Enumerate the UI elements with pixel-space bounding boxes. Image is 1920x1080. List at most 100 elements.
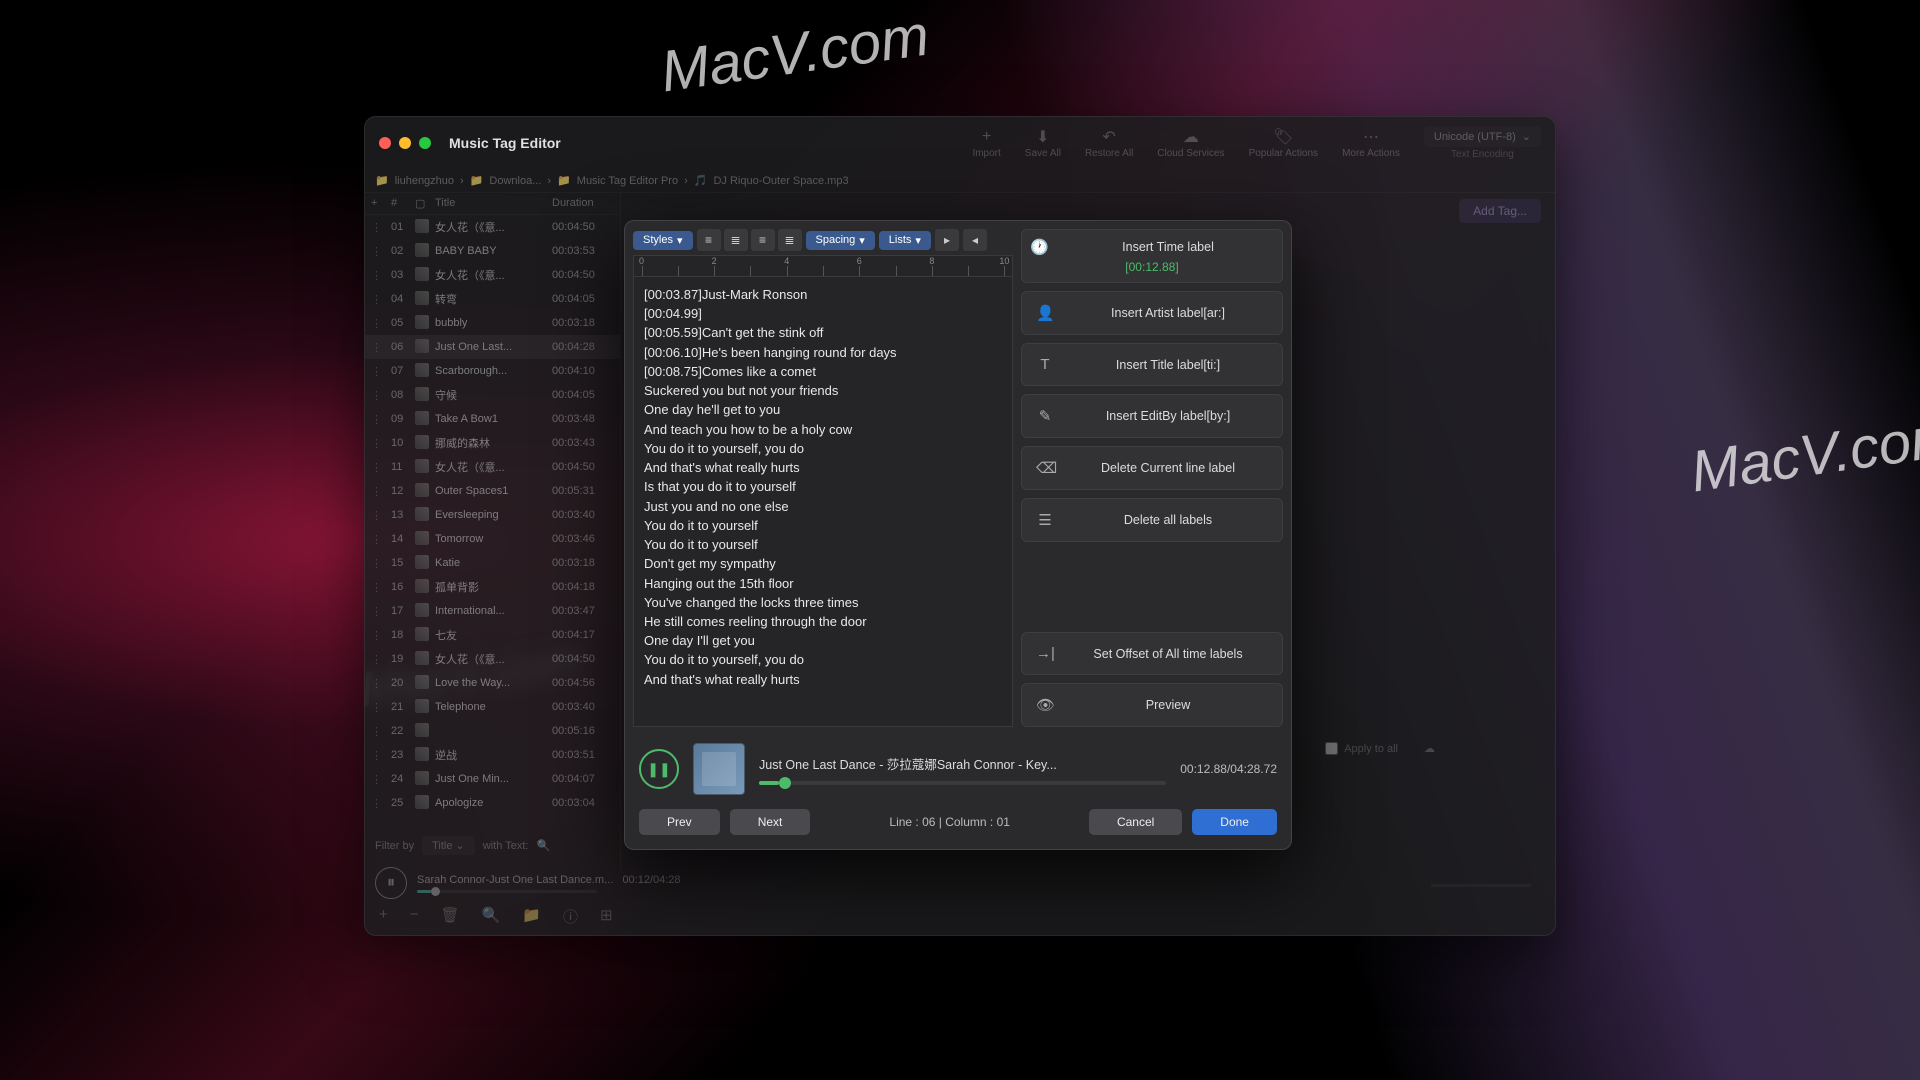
search-icon[interactable]: 🔍 bbox=[482, 906, 501, 927]
app-title: Music Tag Editor bbox=[449, 135, 561, 151]
done-button[interactable]: Done bbox=[1192, 809, 1277, 835]
info-icon[interactable]: ⓘ bbox=[563, 906, 578, 927]
table-row[interactable]: ⋮2200:05:16 bbox=[365, 719, 620, 743]
search-icon[interactable]: 🔍 bbox=[536, 839, 550, 852]
styles-dropdown[interactable]: Styles ▾ bbox=[633, 231, 693, 250]
table-row[interactable]: ⋮02BABY BABY00:03:53 bbox=[365, 239, 620, 263]
cursor-position: Line : 06 | Column : 01 bbox=[889, 815, 1010, 829]
prev-button[interactable]: Prev bbox=[639, 809, 720, 835]
clock-icon: 🕐 bbox=[1030, 238, 1048, 256]
preview-album-art bbox=[693, 743, 745, 795]
table-row[interactable]: ⋮17International...00:03:47 bbox=[365, 599, 620, 623]
volume-slider[interactable] bbox=[1431, 884, 1531, 887]
insert-editby-button[interactable]: ✎Insert EditBy label[by:] bbox=[1021, 394, 1283, 438]
table-row[interactable]: ⋮09Take A Bow100:03:48 bbox=[365, 407, 620, 431]
table-row[interactable]: ⋮05bubbly00:03:18 bbox=[365, 311, 620, 335]
align-center-icon[interactable]: ≣ bbox=[724, 229, 748, 251]
table-row[interactable]: ⋮12Outer Spaces100:05:31 bbox=[365, 479, 620, 503]
set-offset-button[interactable]: →|Set Offset of All time labels bbox=[1021, 632, 1283, 675]
insert-time-button[interactable]: 🕐Insert Time label [00:12.88] bbox=[1021, 229, 1283, 283]
encoding-select[interactable]: Unicode (UTF-8)⌄ bbox=[1424, 126, 1541, 147]
folder-icon: 📁 bbox=[557, 174, 571, 187]
table-row[interactable]: ⋮16孤单背影00:04:18 bbox=[365, 575, 620, 599]
table-row[interactable]: ⋮07Scarborough...00:04:10 bbox=[365, 359, 620, 383]
delete-all-button[interactable]: ☰Delete all labels bbox=[1021, 498, 1283, 542]
cancel-button[interactable]: Cancel bbox=[1089, 809, 1182, 835]
list-icon: ☰ bbox=[1036, 511, 1054, 529]
table-row[interactable]: ⋮21Telephone00:03:40 bbox=[365, 695, 620, 719]
import-button[interactable]: +Import bbox=[972, 128, 1000, 159]
chevron-down-icon: ⌄ bbox=[1522, 130, 1531, 143]
time-value: [00:12.88] bbox=[1125, 260, 1178, 274]
cloud-button[interactable]: ☁Cloud Services bbox=[1157, 128, 1224, 159]
titlebar: Music Tag Editor +Import ⬇Save All ↶Rest… bbox=[365, 117, 1555, 169]
next-button[interactable]: Next bbox=[730, 809, 811, 835]
table-row[interactable]: ⋮06Just One Last...00:04:28 bbox=[365, 335, 620, 359]
popular-actions-button[interactable]: 🏷Popular Actions bbox=[1249, 128, 1319, 159]
table-row[interactable]: ⋮18七友00:04:17 bbox=[365, 623, 620, 647]
play-pause-button[interactable]: ⏸ bbox=[375, 867, 407, 899]
delete-line-icon: ⌫ bbox=[1036, 459, 1054, 477]
add-tag-button[interactable]: Add Tag... bbox=[1459, 199, 1541, 223]
folder-icon: 📁 bbox=[470, 174, 484, 187]
preview-track-title: Just One Last Dance - 莎拉蔻娜Sarah Connor -… bbox=[759, 754, 1079, 773]
delete-current-line-button[interactable]: ⌫Delete Current line label bbox=[1021, 446, 1283, 490]
table-row[interactable]: ⋮20Love the Way...00:04:56 bbox=[365, 671, 620, 695]
table-row[interactable]: ⋮11女人花（《意...00:04:50 bbox=[365, 455, 620, 479]
table-row[interactable]: ⋮19女人花（《意...00:04:50 bbox=[365, 647, 620, 671]
folder-icon[interactable]: 📁 bbox=[522, 906, 541, 927]
person-icon: 👤 bbox=[1036, 304, 1054, 322]
apply-all-checkbox[interactable] bbox=[1325, 742, 1338, 755]
align-justify-icon[interactable]: ≣ bbox=[778, 229, 802, 251]
lyrics-editor-modal: Styles ▾ ≡ ≣ ≡ ≣ Spacing ▾ Lists ▾ ▸ ◂ 0… bbox=[624, 220, 1292, 850]
trash-icon[interactable]: 🗑 bbox=[441, 906, 460, 927]
offset-icon: →| bbox=[1036, 645, 1054, 662]
with-text-label: with Text: bbox=[483, 840, 529, 852]
grid-icon[interactable]: ⊞ bbox=[600, 906, 613, 927]
table-row[interactable]: ⋮23逆战00:03:51 bbox=[365, 743, 620, 767]
breadcrumb: 📁liuhengzhuo› 📁Downloa...› 📁Music Tag Ed… bbox=[365, 169, 1555, 193]
minimize-icon[interactable] bbox=[399, 137, 411, 149]
table-row[interactable]: ⋮01女人花（《意...00:04:50 bbox=[365, 215, 620, 239]
edit-icon: ✎ bbox=[1036, 407, 1054, 425]
align-right-icon[interactable]: ≡ bbox=[751, 229, 775, 251]
indent-left-icon[interactable]: ▸ bbox=[935, 229, 959, 251]
folder-icon: 📁 bbox=[375, 174, 389, 187]
ruler[interactable]: 0246810 bbox=[633, 255, 1013, 277]
insert-artist-button[interactable]: 👤Insert Artist label[ar:] bbox=[1021, 291, 1283, 335]
table-row[interactable]: ⋮10挪威的森林00:03:43 bbox=[365, 431, 620, 455]
table-row[interactable]: ⋮08守候00:04:05 bbox=[365, 383, 620, 407]
table-row[interactable]: ⋮24Just One Min...00:04:07 bbox=[365, 767, 620, 791]
table-row[interactable]: ⋮03女人花（《意...00:04:50 bbox=[365, 263, 620, 287]
maximize-icon[interactable] bbox=[419, 137, 431, 149]
table-row[interactable]: ⋮15Katie00:03:18 bbox=[365, 551, 620, 575]
preview-button[interactable]: 👁Preview bbox=[1021, 683, 1283, 727]
table-row[interactable]: ⋮14Tomorrow00:03:46 bbox=[365, 527, 620, 551]
more-actions-button[interactable]: ⋯More Actions bbox=[1342, 128, 1400, 159]
table-row[interactable]: ⋮25Apologize00:03:04 bbox=[365, 791, 620, 815]
close-icon[interactable] bbox=[379, 137, 391, 149]
preview-progress-bar[interactable] bbox=[759, 781, 1166, 785]
restore-all-button[interactable]: ↶Restore All bbox=[1085, 128, 1133, 159]
save-all-button[interactable]: ⬇Save All bbox=[1025, 128, 1061, 159]
eye-icon: 👁 bbox=[1036, 696, 1054, 714]
text-icon: T bbox=[1036, 356, 1054, 373]
filter-label: Filter by bbox=[375, 840, 414, 852]
track-list: +#▢ TitleDuration ⋮01女人花（《意...00:04:50⋮0… bbox=[365, 193, 621, 871]
add-button[interactable]: + bbox=[379, 906, 388, 927]
preview-play-button[interactable]: ❚❚ bbox=[639, 749, 679, 789]
lyrics-textarea[interactable]: [00:03.87]Just-Mark Ronson [00:04.99] [0… bbox=[633, 277, 1013, 727]
preview-time: 00:12.88/04:28.72 bbox=[1180, 762, 1277, 776]
now-playing-time: 00:12/04:28 bbox=[622, 874, 680, 886]
table-row[interactable]: ⋮13Eversleeping00:03:40 bbox=[365, 503, 620, 527]
spacing-dropdown[interactable]: Spacing ▾ bbox=[806, 231, 875, 250]
progress-bar[interactable] bbox=[417, 890, 597, 893]
filter-select[interactable]: Title ⌄ bbox=[422, 836, 475, 855]
indent-right-icon[interactable]: ◂ bbox=[963, 229, 987, 251]
align-left-icon[interactable]: ≡ bbox=[697, 229, 721, 251]
insert-title-button[interactable]: TInsert Title label[ti:] bbox=[1021, 343, 1283, 386]
cloud-upload-icon[interactable]: ☁ bbox=[1424, 742, 1435, 755]
remove-button[interactable]: − bbox=[410, 906, 419, 927]
table-row[interactable]: ⋮04转弯00:04:05 bbox=[365, 287, 620, 311]
lists-dropdown[interactable]: Lists ▾ bbox=[879, 231, 931, 250]
